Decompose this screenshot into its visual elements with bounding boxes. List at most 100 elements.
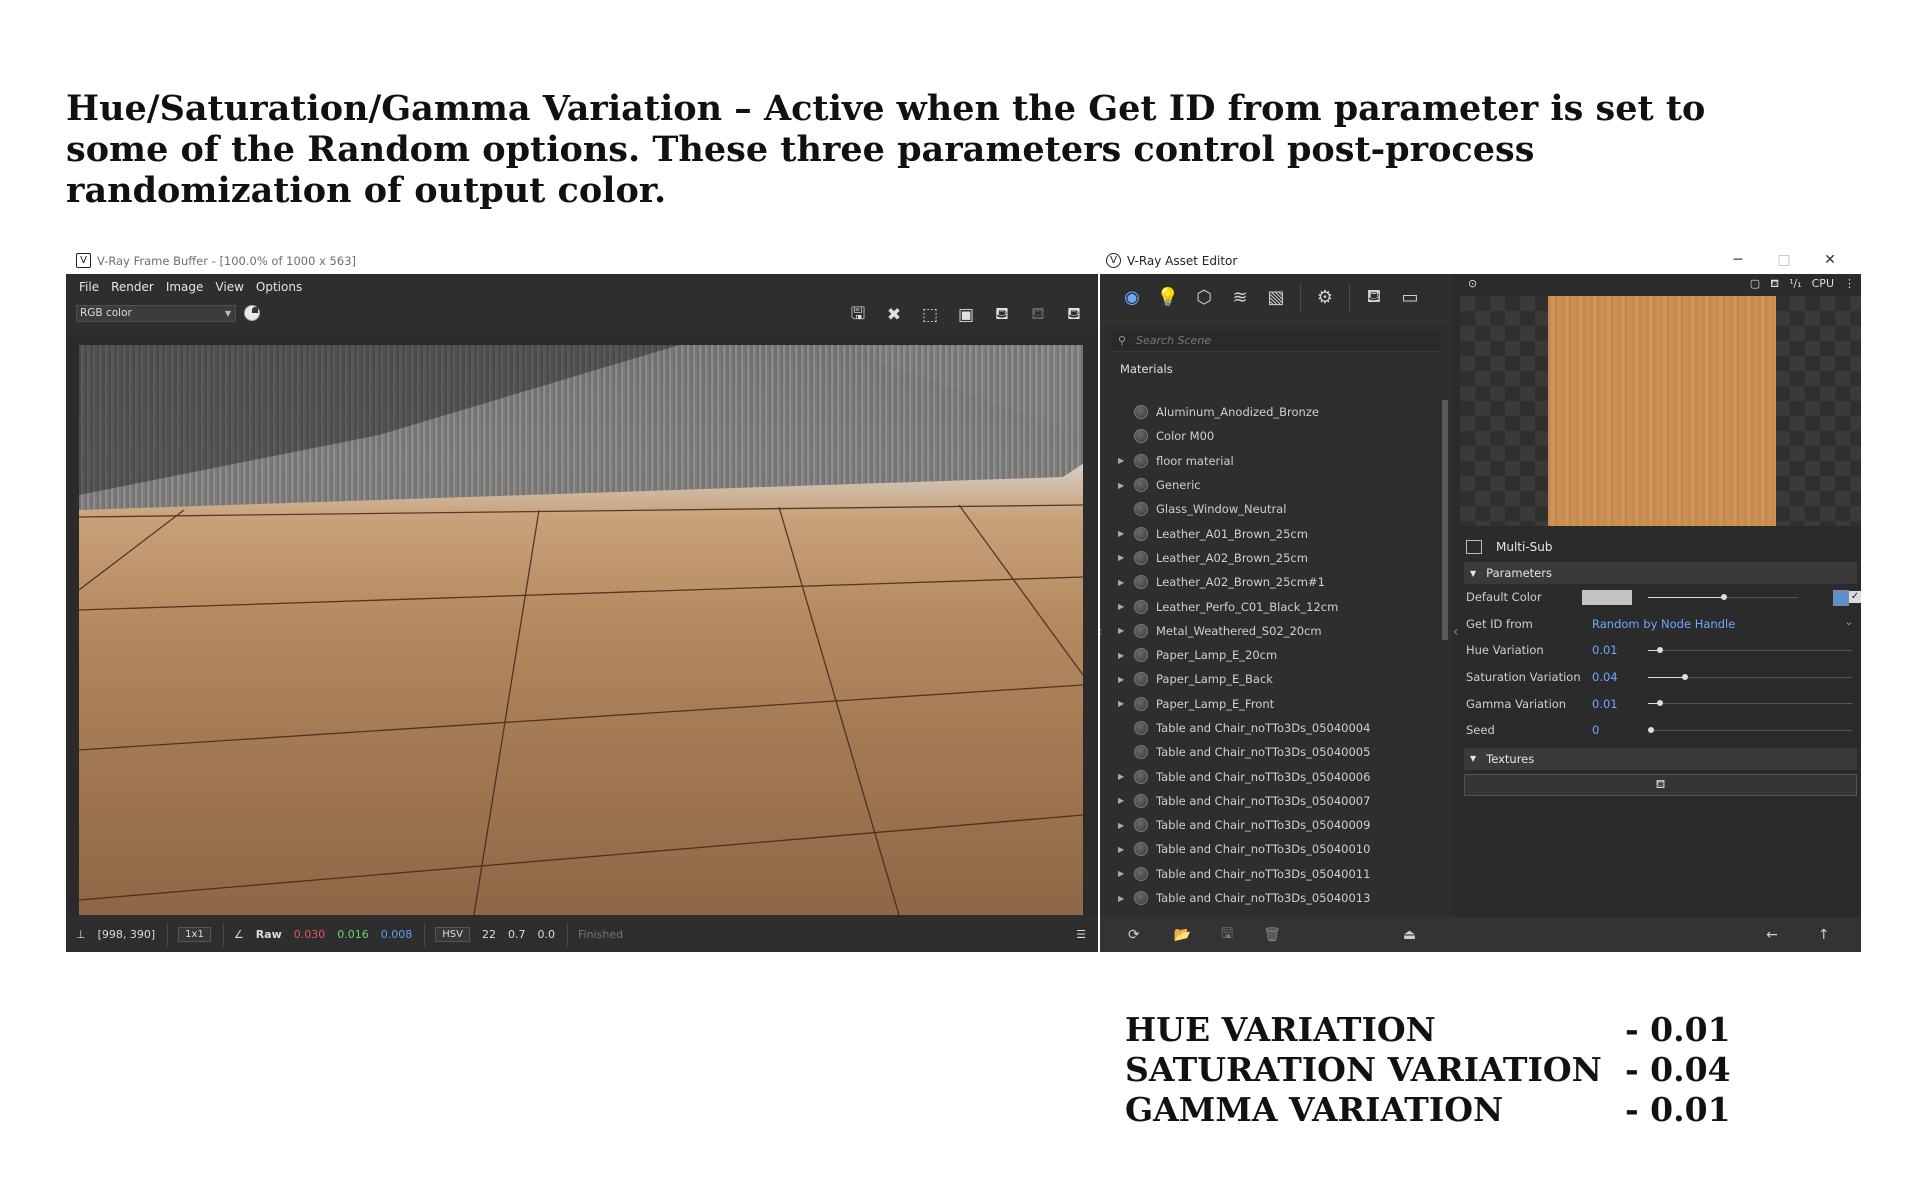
stop-render-icon[interactable]: ⛾ xyxy=(1020,303,1056,327)
settings-tab-icon[interactable]: ⚙ xyxy=(1307,280,1343,316)
material-list-item[interactable]: Color M00 xyxy=(1100,424,1440,448)
menu-file[interactable]: File xyxy=(79,280,99,294)
material-list-item[interactable]: ▶ Leather_Perfo_C01_Black_12cm xyxy=(1100,594,1440,618)
pin-cursor-icon[interactable]: ⊥ xyxy=(76,928,86,941)
render-region-icon[interactable]: ▣ xyxy=(948,303,984,327)
material-list-item[interactable]: ▶ Table and Chair_noTTo3Ds_05040006 xyxy=(1100,764,1440,788)
saturation-variation-slider[interactable] xyxy=(1648,673,1853,680)
hue-variation-value[interactable]: 0.01 xyxy=(1592,643,1648,657)
material-list-item[interactable]: Aluminum_Anodized_Bronze xyxy=(1100,400,1440,424)
material-list-item[interactable]: ▶ Table and Chair_noTTo3Ds_05040009 xyxy=(1100,813,1440,837)
open-file-icon[interactable]: 📂 xyxy=(1174,927,1191,943)
chevron-down-icon[interactable]: ⌄ xyxy=(1845,617,1853,628)
material-list-item[interactable]: ▶ Table and Chair_noTTo3Ds_05040013 xyxy=(1100,886,1440,910)
up-arrow-icon[interactable]: ↑ xyxy=(1818,927,1830,943)
material-list-item[interactable]: ▶ floor material xyxy=(1100,449,1440,473)
menu-options[interactable]: Options xyxy=(256,280,302,294)
add-texture-slot[interactable]: ⛾ xyxy=(1464,773,1857,796)
get-id-select[interactable]: Random by Node Handle xyxy=(1592,617,1735,631)
collapse-panel-icon[interactable]: ‹ xyxy=(1453,624,1459,640)
material-list-item[interactable]: ▶ Table and Chair_noTTo3Ds_05040007 xyxy=(1100,789,1440,813)
material-list-item[interactable]: ▶ Paper_Lamp_E_20cm xyxy=(1100,643,1440,667)
menu-render[interactable]: Render xyxy=(111,280,154,294)
save-image-icon[interactable]: 🖫 xyxy=(840,303,876,327)
saturation-variation-value[interactable]: 0.04 xyxy=(1592,670,1648,684)
expand-arrow-icon[interactable]: ▶ xyxy=(1118,675,1128,684)
seed-value[interactable]: 0 xyxy=(1592,723,1648,737)
more-options-icon[interactable]: ⋮ xyxy=(1844,277,1855,292)
gamma-variation-value[interactable]: 0.01 xyxy=(1592,697,1648,711)
render-icon[interactable]: ⛾ xyxy=(1056,303,1092,327)
material-list-item[interactable]: ▶ Paper_Lamp_E_Front xyxy=(1100,692,1440,716)
collapse-left-icon[interactable]: ‹ xyxy=(1100,624,1103,640)
material-list-item[interactable]: ▶ Table and Chair_noTTo3Ds_05040010 xyxy=(1100,837,1440,861)
hue-variation-slider[interactable] xyxy=(1648,647,1853,654)
search-input[interactable]: ⚲ Search Scene xyxy=(1112,330,1440,352)
color-corrections-button[interactable] xyxy=(244,305,260,321)
geometry-tab-icon[interactable]: ⬡ xyxy=(1186,280,1222,316)
region-render-icon[interactable]: ⬚ xyxy=(912,303,948,327)
expand-arrow-icon[interactable]: ▶ xyxy=(1118,553,1128,562)
zoom-select[interactable]: 1x1 xyxy=(178,927,211,942)
gamma-variation-slider[interactable] xyxy=(1648,700,1853,707)
preview-ratio-icon[interactable]: ¹/₁ xyxy=(1789,277,1802,292)
render-teapot-icon[interactable]: ⛾ xyxy=(1356,280,1392,316)
expand-arrow-icon[interactable]: ▶ xyxy=(1118,796,1128,805)
render-image[interactable] xyxy=(79,345,1083,915)
material-list-item[interactable]: Glass_Window_Neutral xyxy=(1100,497,1440,521)
parameters-section[interactable]: ▼ Parameters xyxy=(1464,562,1857,584)
expand-arrow-icon[interactable]: ▶ xyxy=(1118,481,1128,490)
maximize-icon[interactable]: □ xyxy=(1761,247,1807,274)
clear-image-icon[interactable]: ✖ xyxy=(876,303,912,327)
expand-arrow-icon[interactable]: ▶ xyxy=(1118,578,1128,587)
expand-arrow-icon[interactable]: ▶ xyxy=(1118,699,1128,708)
lights-tab-icon[interactable]: 💡 xyxy=(1150,280,1186,316)
expand-arrow-icon[interactable]: ▶ xyxy=(1118,845,1128,854)
expand-arrow-icon[interactable]: ▶ xyxy=(1118,529,1128,538)
materials-scrollbar[interactable] xyxy=(1442,400,1448,640)
material-list-item[interactable]: ▶ Generic xyxy=(1100,473,1440,497)
expand-arrow-icon[interactable]: ▶ xyxy=(1118,772,1128,781)
expand-arrow-icon[interactable]: ▶ xyxy=(1118,602,1128,611)
pin-icon[interactable]: ⊙ xyxy=(1468,277,1477,290)
expand-arrow-icon[interactable]: ▶ xyxy=(1118,651,1128,660)
close-icon[interactable]: ✕ xyxy=(1807,247,1853,274)
expand-arrow-icon[interactable]: ▶ xyxy=(1118,869,1128,878)
material-list-item[interactable]: ▶ Leather_A02_Brown_25cm#1 xyxy=(1100,570,1440,594)
material-list-item[interactable]: ▶ Table and Chair_noTTo3Ds_05040011 xyxy=(1100,862,1440,886)
render-device[interactable]: CPU xyxy=(1812,277,1834,292)
curve-icon[interactable]: ∠ xyxy=(234,928,244,941)
material-list-item[interactable]: Table and Chair_noTTo3Ds_05040004 xyxy=(1100,716,1440,740)
menu-view[interactable]: View xyxy=(215,280,243,294)
save-file-icon[interactable]: 🖫 xyxy=(1221,923,1233,947)
material-list-item[interactable]: ▶ Leather_A01_Brown_25cm xyxy=(1100,521,1440,545)
default-color-checkbox[interactable]: ✓ xyxy=(1849,591,1861,603)
menu-image[interactable]: Image xyxy=(166,280,204,294)
frame-buffer-icon[interactable]: ▭ xyxy=(1392,280,1428,316)
material-list-item[interactable]: Table and Chair_noTTo3Ds_05040005 xyxy=(1100,740,1440,764)
material-list-item[interactable]: ▶ Metal_Weathered_S02_20cm xyxy=(1100,619,1440,643)
textures-section[interactable]: ▼ Textures xyxy=(1464,747,1857,770)
expand-arrow-icon[interactable]: ▶ xyxy=(1118,821,1128,830)
seed-slider[interactable] xyxy=(1648,726,1853,733)
materials-tab-icon[interactable]: ◉ xyxy=(1114,280,1150,316)
layers-tab-icon[interactable]: ≋ xyxy=(1222,280,1258,316)
expand-arrow-icon[interactable]: ▶ xyxy=(1118,626,1128,635)
interactive-render-icon[interactable]: ⛾ xyxy=(984,303,1020,327)
minimize-icon[interactable]: ─ xyxy=(1715,247,1761,274)
channel-select[interactable]: RGB color ▼ xyxy=(76,305,236,322)
texture-slot-icon[interactable] xyxy=(1833,590,1849,606)
create-asset-icon[interactable]: ⟳ xyxy=(1128,927,1140,943)
default-color-slider[interactable] xyxy=(1648,594,1798,600)
material-list-item[interactable]: ▶ Leather_A02_Brown_25cm xyxy=(1100,546,1440,570)
material-list-item[interactable]: ▶ Paper_Lamp_E_Back xyxy=(1100,667,1440,691)
expand-arrow-icon[interactable]: ▶ xyxy=(1118,894,1128,903)
expand-arrow-icon[interactable]: ▶ xyxy=(1118,456,1128,465)
textures-tab-icon[interactable]: ▧ xyxy=(1258,280,1294,316)
preview-teapot-icon[interactable]: ⛾ xyxy=(1770,277,1779,292)
preview-square-icon[interactable]: ▢ xyxy=(1750,277,1760,292)
purge-icon[interactable]: ⏏ xyxy=(1403,927,1416,943)
colorspace-select[interactable]: HSV xyxy=(435,927,470,942)
log-icon[interactable]: ☰ xyxy=(1076,928,1086,941)
back-arrow-icon[interactable]: ← xyxy=(1766,927,1778,943)
